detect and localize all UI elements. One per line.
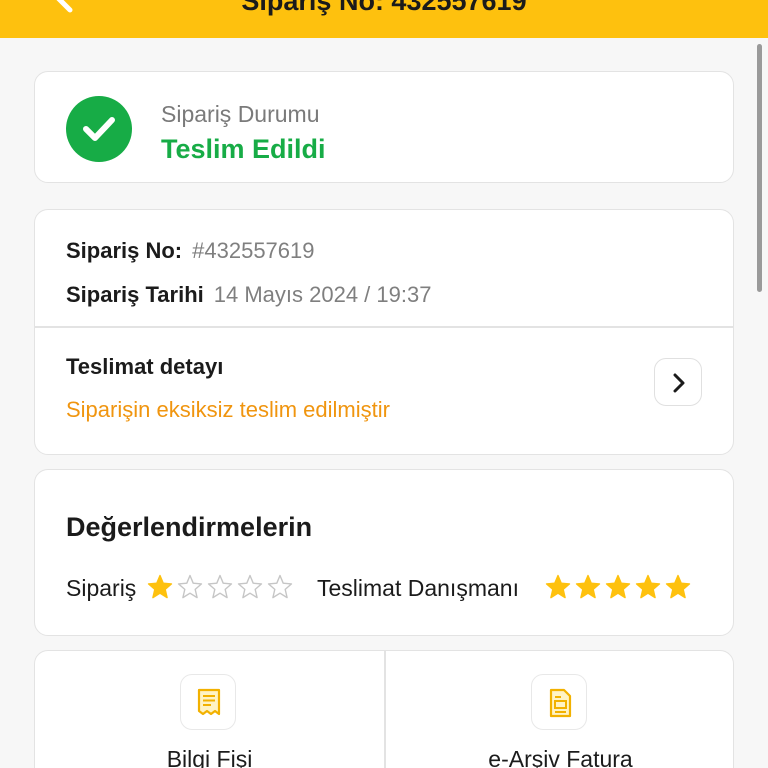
divider — [35, 326, 733, 328]
star-empty-icon[interactable] — [267, 574, 293, 600]
order-rating-stars[interactable] — [147, 574, 293, 600]
receipt-icon — [180, 674, 236, 730]
delivery-detail-title[interactable]: Teslimat detayı — [66, 354, 223, 380]
advisor-rating-label: Teslimat Danışmanı — [317, 575, 519, 601]
info-receipt-button[interactable]: Bilgi Fişi — [35, 651, 384, 768]
star-filled-icon[interactable] — [605, 574, 631, 600]
top-bar: Sipariş No: 432557619 — [0, 0, 768, 38]
order-date-value: 14 Mayıs 2024 / 19:37 — [213, 282, 432, 307]
scrollbar[interactable] — [757, 44, 762, 292]
page-title: Sipariş No: 432557619 — [241, 0, 527, 16]
info-receipt-label: Bilgi Fişi — [166, 746, 253, 768]
star-empty-icon[interactable] — [237, 574, 263, 600]
delivery-detail-button[interactable] — [654, 358, 702, 406]
star-filled-icon[interactable] — [575, 574, 601, 600]
order-number-row: Sipariş No: #432557619 — [66, 238, 315, 264]
order-status-card: Sipariş Durumu Teslim Edildi — [34, 71, 734, 183]
star-filled-icon[interactable] — [545, 574, 571, 600]
order-number-label: Sipariş No: — [66, 238, 183, 263]
ratings-title: Değerlendirmelerin — [66, 512, 313, 542]
star-filled-icon[interactable] — [635, 574, 661, 600]
order-date-row: Sipariş Tarihi 14 Mayıs 2024 / 19:37 — [66, 282, 431, 308]
star-empty-icon[interactable] — [177, 574, 203, 600]
order-date-label: Sipariş Tarihi — [66, 282, 204, 307]
advisor-rating-stars[interactable] — [545, 574, 691, 600]
star-filled-icon[interactable] — [147, 574, 173, 600]
e-archive-invoice-button[interactable]: e-Arşiv Fatura — [386, 651, 733, 768]
order-number-value: #432557619 — [192, 238, 315, 263]
check-circle-icon — [66, 96, 132, 162]
star-empty-icon[interactable] — [207, 574, 233, 600]
status-label: Sipariş Durumu — [161, 101, 320, 127]
order-info-card: Sipariş No: #432557619 Sipariş Tarihi 14 M… — [34, 209, 734, 455]
invoice-icon — [531, 674, 587, 730]
documents-card: Bilgi Fişi e-Arşiv Fatura — [34, 650, 734, 768]
ratings-card: Değerlendirmelerin Sipariş Teslimat Danı… — [34, 469, 734, 636]
delivery-detail-message[interactable]: Siparişin eksiksiz teslim edilmiştir — [66, 397, 390, 423]
star-filled-icon[interactable] — [665, 574, 691, 600]
status-value: Teslim Edildi — [161, 134, 326, 164]
chevron-right-icon — [673, 373, 685, 393]
e-archive-invoice-label: e-Arşiv Fatura — [488, 746, 633, 768]
order-rating-label: Sipariş — [66, 575, 137, 601]
